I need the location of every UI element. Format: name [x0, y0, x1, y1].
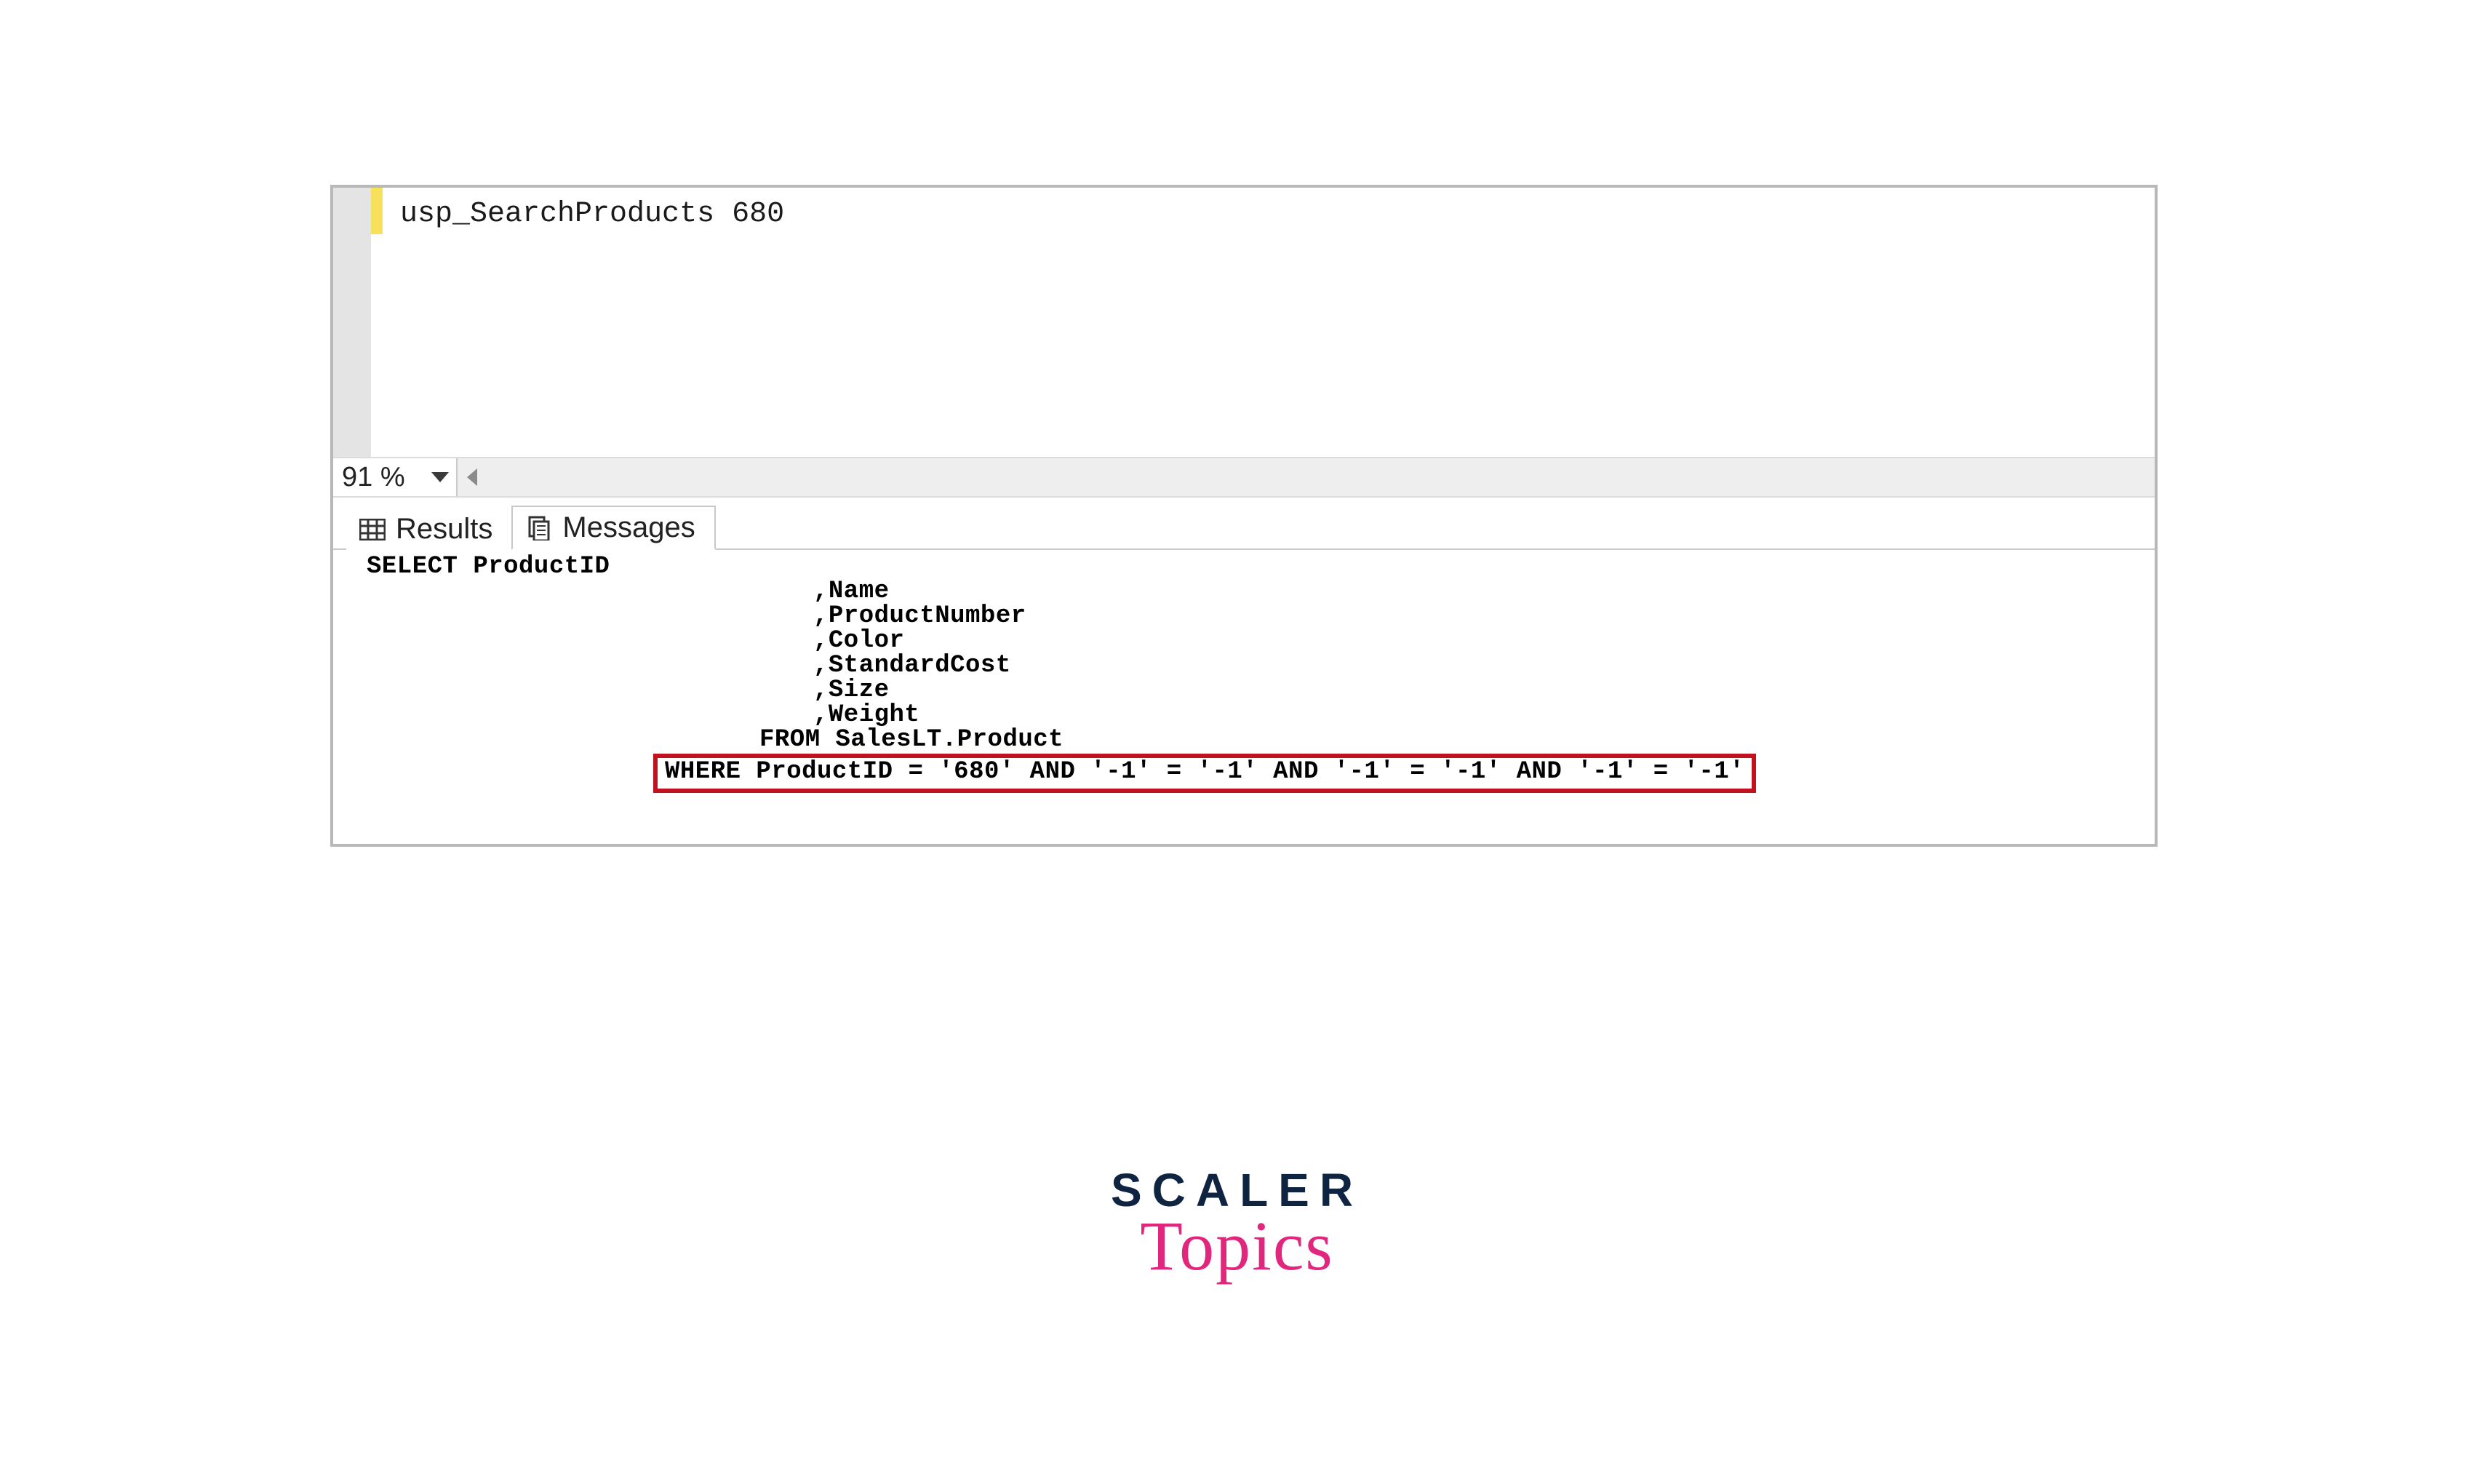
- tab-messages-label: Messages: [562, 511, 695, 544]
- chevron-down-icon: [431, 472, 449, 482]
- triangle-left-icon: [467, 468, 477, 486]
- results-tabs: Results Messages: [333, 498, 2155, 550]
- document-icon: [526, 517, 552, 539]
- sql-editor[interactable]: usp_SearchProducts 680: [333, 188, 2155, 457]
- modified-indicator-track: [371, 188, 383, 457]
- msg-col-5: ,Weight: [367, 703, 2139, 727]
- screenshot-stage: usp_SearchProducts 680 91 %: [0, 0, 2474, 1484]
- brand-logo: SCALER Topics: [1111, 1170, 1363, 1277]
- msg-from: FROM SalesLT.Product: [367, 727, 2139, 752]
- messages-output[interactable]: SELECT ProductID ,Name,ProductNumber,Col…: [333, 550, 2155, 844]
- brand-sub-text: Topics: [1111, 1215, 1363, 1277]
- msg-col-3: ,StandardCost: [367, 653, 2139, 678]
- tab-results-label: Results: [396, 513, 492, 546]
- brand-main-text: SCALER: [1111, 1170, 1363, 1212]
- sql-editor-text[interactable]: usp_SearchProducts 680: [383, 188, 2155, 457]
- zoom-value: 91 %: [342, 462, 405, 493]
- grid-icon: [359, 519, 386, 540]
- msg-col-0: ,Name: [367, 579, 2139, 604]
- msg-col-4: ,Size: [367, 678, 2139, 703]
- modified-indicator: [371, 188, 383, 234]
- msg-col-1: ,ProductNumber: [367, 604, 2139, 629]
- editor-status-strip: 91 %: [333, 457, 2155, 498]
- msg-where-highlight: WHERE ProductID = '680' AND '-1' = '-1' …: [653, 754, 1756, 793]
- scroll-left-button[interactable]: [458, 458, 487, 496]
- ssms-panel: usp_SearchProducts 680 91 %: [330, 185, 2158, 847]
- tab-results[interactable]: Results: [346, 508, 511, 550]
- msg-select: SELECT ProductID: [367, 553, 610, 581]
- line-number-gutter: [333, 188, 371, 457]
- msg-col-2: ,Color: [367, 629, 2139, 653]
- zoom-dropdown[interactable]: 91 %: [333, 458, 458, 496]
- tab-messages[interactable]: Messages: [511, 506, 715, 550]
